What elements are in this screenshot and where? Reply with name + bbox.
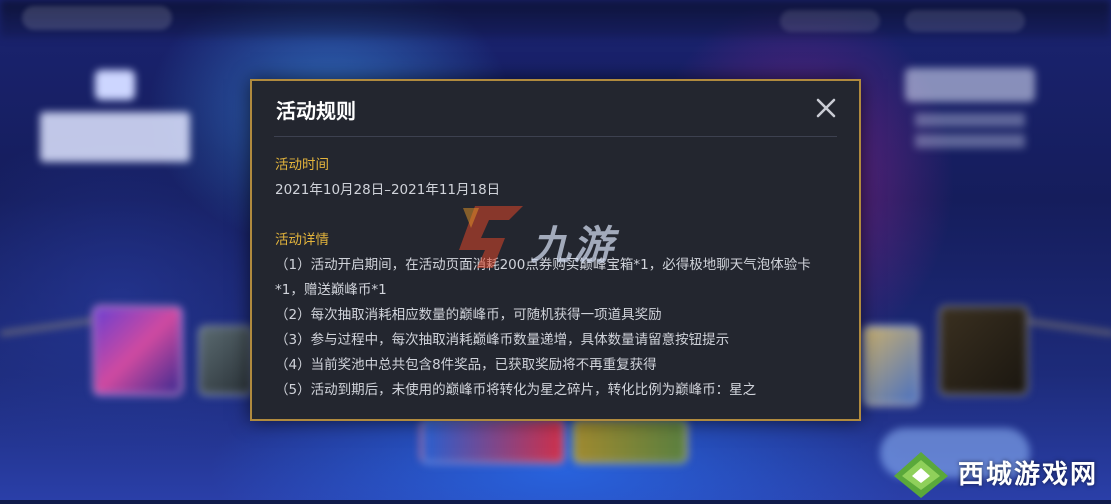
reward-card[interactable] [92, 305, 183, 396]
rule-item: （3）参与过程中，每次抽取消耗巅峰币数量递增，具体数量请留意按钮提示 [275, 332, 730, 348]
rule-item: （4）当前奖池中总共包含8件奖品，已获取奖励将不再重复获得 [275, 357, 657, 373]
site-watermark-text: 西城游戏网 [958, 460, 1099, 490]
modal-body: 活动时间 2021年10月28日–2021年11月18日 活动详情 （1）活动开… [275, 153, 839, 419]
reward-card[interactable] [198, 325, 254, 396]
close-icon [816, 98, 836, 118]
rules-modal: 活动规则 活动时间 2021年10月28日–2021年11月18日 活动详情 （… [250, 79, 861, 421]
back-button[interactable] [22, 6, 172, 30]
event-logo [40, 70, 190, 165]
modal-header: 活动规则 [274, 81, 837, 137]
reward-card[interactable] [862, 325, 920, 406]
details-heading: 活动详情 [275, 232, 329, 248]
modal-title: 活动规则 [276, 99, 356, 123]
rule-item: （5）活动到期后，未使用的巅峰币将转化为星之碎片，转化比例为巅峰币：星之 [275, 382, 757, 398]
close-button[interactable] [811, 93, 841, 123]
time-heading: 活动时间 [275, 157, 329, 173]
site-watermark: 西城游戏网 [888, 446, 1110, 500]
rule-item: （2）每次抽取消耗相应数量的巅峰币，可随机获得一项道具奖励 [275, 307, 662, 323]
currency-display [780, 10, 880, 32]
reward-card[interactable] [420, 418, 566, 464]
rule-item: （1）活动开启期间，在活动页面消耗200点券购买巅峰宝箱*1，必得极地聊天气泡体… [275, 257, 811, 298]
site-logo-icon [894, 452, 948, 498]
currency-display-secondary [905, 10, 1025, 32]
reward-card[interactable] [572, 418, 688, 464]
side-info-panel [905, 68, 1035, 153]
time-value: 2021年10月28日–2021年11月18日 [275, 182, 501, 198]
reward-card[interactable] [938, 305, 1029, 396]
